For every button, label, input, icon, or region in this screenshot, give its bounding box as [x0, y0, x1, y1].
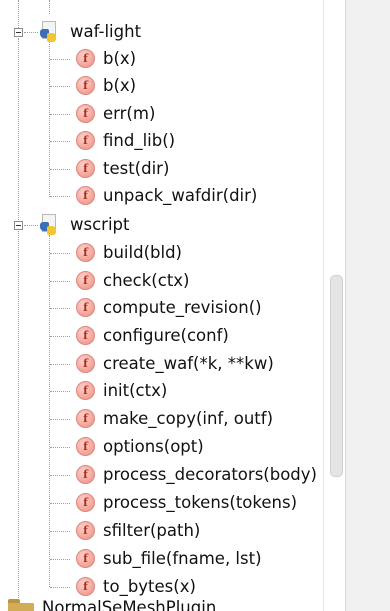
folder-node[interactable]: NormalSeMeshPlugin	[42, 597, 216, 611]
function-icon: f	[76, 298, 95, 317]
function-node[interactable]: unpack_wafdir(dir)	[103, 185, 257, 207]
function-icon: f	[76, 76, 95, 95]
function-node[interactable]: process_tokens(tokens)	[103, 492, 297, 514]
vertical-scrollbar[interactable]	[323, 0, 346, 611]
function-node[interactable]: to_bytes(x)	[103, 576, 196, 598]
function-icon: f	[76, 521, 95, 540]
tree-guide-line	[18, 0, 19, 30]
function-node[interactable]: make_copy(inf, outf)	[103, 408, 273, 430]
tree-guide-line	[49, 235, 50, 587]
tree-guide-line	[18, 231, 19, 606]
function-node[interactable]: sub_file(fname, lst)	[103, 548, 262, 570]
tree-guide-line	[24, 32, 38, 33]
file-node-wscript[interactable]: wscript	[70, 214, 129, 236]
tree-guide-line	[24, 225, 38, 226]
function-icon: f	[76, 159, 95, 178]
function-node[interactable]: build(bld)	[103, 242, 182, 264]
function-icon: f	[76, 49, 95, 68]
function-node[interactable]: compute_revision()	[103, 297, 262, 319]
python-file-icon	[40, 21, 60, 43]
collapse-icon[interactable]	[14, 28, 23, 37]
function-icon: f	[76, 549, 95, 568]
function-node[interactable]: init(ctx)	[103, 380, 167, 402]
function-node[interactable]: b(x)	[103, 48, 136, 70]
function-node[interactable]: sfilter(path)	[103, 520, 200, 542]
python-file-icon	[40, 214, 60, 236]
function-node[interactable]: check(ctx)	[103, 270, 190, 292]
function-icon: f	[76, 465, 95, 484]
function-node[interactable]: err(m)	[103, 103, 155, 125]
folder-icon	[8, 599, 36, 611]
function-icon: f	[76, 493, 95, 512]
function-icon: f	[76, 131, 95, 150]
function-node[interactable]: find_lib()	[103, 130, 175, 152]
function-icon: f	[76, 243, 95, 262]
function-icon: f	[76, 381, 95, 400]
function-node[interactable]: configure(conf)	[103, 325, 229, 347]
function-icon: f	[76, 409, 95, 428]
function-node[interactable]: create_waf(*k, **kw)	[103, 353, 274, 375]
function-icon: f	[76, 104, 95, 123]
function-icon: f	[76, 354, 95, 373]
function-icon: f	[76, 326, 95, 345]
tree-guide-line	[49, 0, 50, 14]
scrollbar-thumb[interactable]	[330, 275, 343, 477]
function-icon: f	[76, 437, 95, 456]
function-node[interactable]: test(dir)	[103, 158, 169, 180]
outline-tree: waf-light f b(x) f b(x) f err(m) f find_…	[0, 0, 323, 611]
function-node[interactable]: b(x)	[103, 75, 136, 97]
side-panel	[345, 0, 390, 611]
collapse-icon[interactable]	[14, 221, 23, 230]
tree-guide-line	[49, 42, 50, 197]
function-icon: f	[76, 271, 95, 290]
function-node[interactable]: options(opt)	[103, 436, 204, 458]
function-icon: f	[76, 186, 95, 205]
function-icon: f	[76, 577, 95, 596]
function-node[interactable]: process_decorators(body)	[103, 464, 317, 486]
file-node-waf-light[interactable]: waf-light	[70, 21, 141, 43]
tree-guide-line	[18, 38, 19, 222]
